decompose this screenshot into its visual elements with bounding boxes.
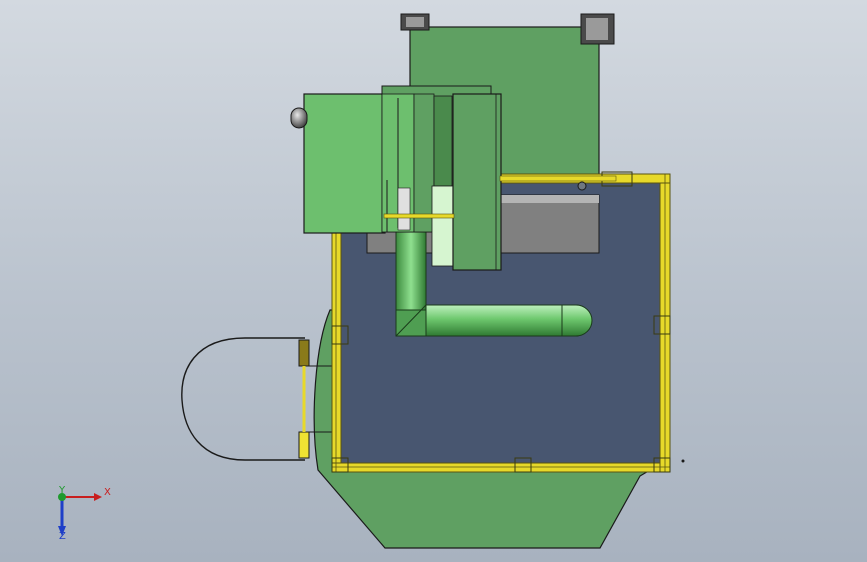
model-view[interactable] xyxy=(0,0,867,562)
frame-bolt xyxy=(577,181,587,191)
pipe-end-cap[interactable] xyxy=(561,304,593,337)
pipe-vertical[interactable] xyxy=(395,229,427,311)
pipe-horizontal[interactable] xyxy=(425,304,579,337)
y-axis-label: Y xyxy=(59,485,66,496)
handle-bracket-bottom xyxy=(298,431,310,459)
handle-loop[interactable] xyxy=(181,337,305,461)
axis-triad: X Y Z xyxy=(48,480,118,550)
control-box[interactable] xyxy=(303,93,386,234)
z-axis-label: Z xyxy=(59,531,66,542)
knob[interactable] xyxy=(290,107,308,129)
front-plate[interactable] xyxy=(452,93,502,271)
light-plate xyxy=(431,185,455,267)
top-rail xyxy=(499,175,617,182)
x-axis-label: X xyxy=(104,487,111,498)
handle-bracket-top xyxy=(298,339,310,367)
rod xyxy=(383,213,455,219)
cad-viewport[interactable]: X Y Z xyxy=(0,0,867,562)
